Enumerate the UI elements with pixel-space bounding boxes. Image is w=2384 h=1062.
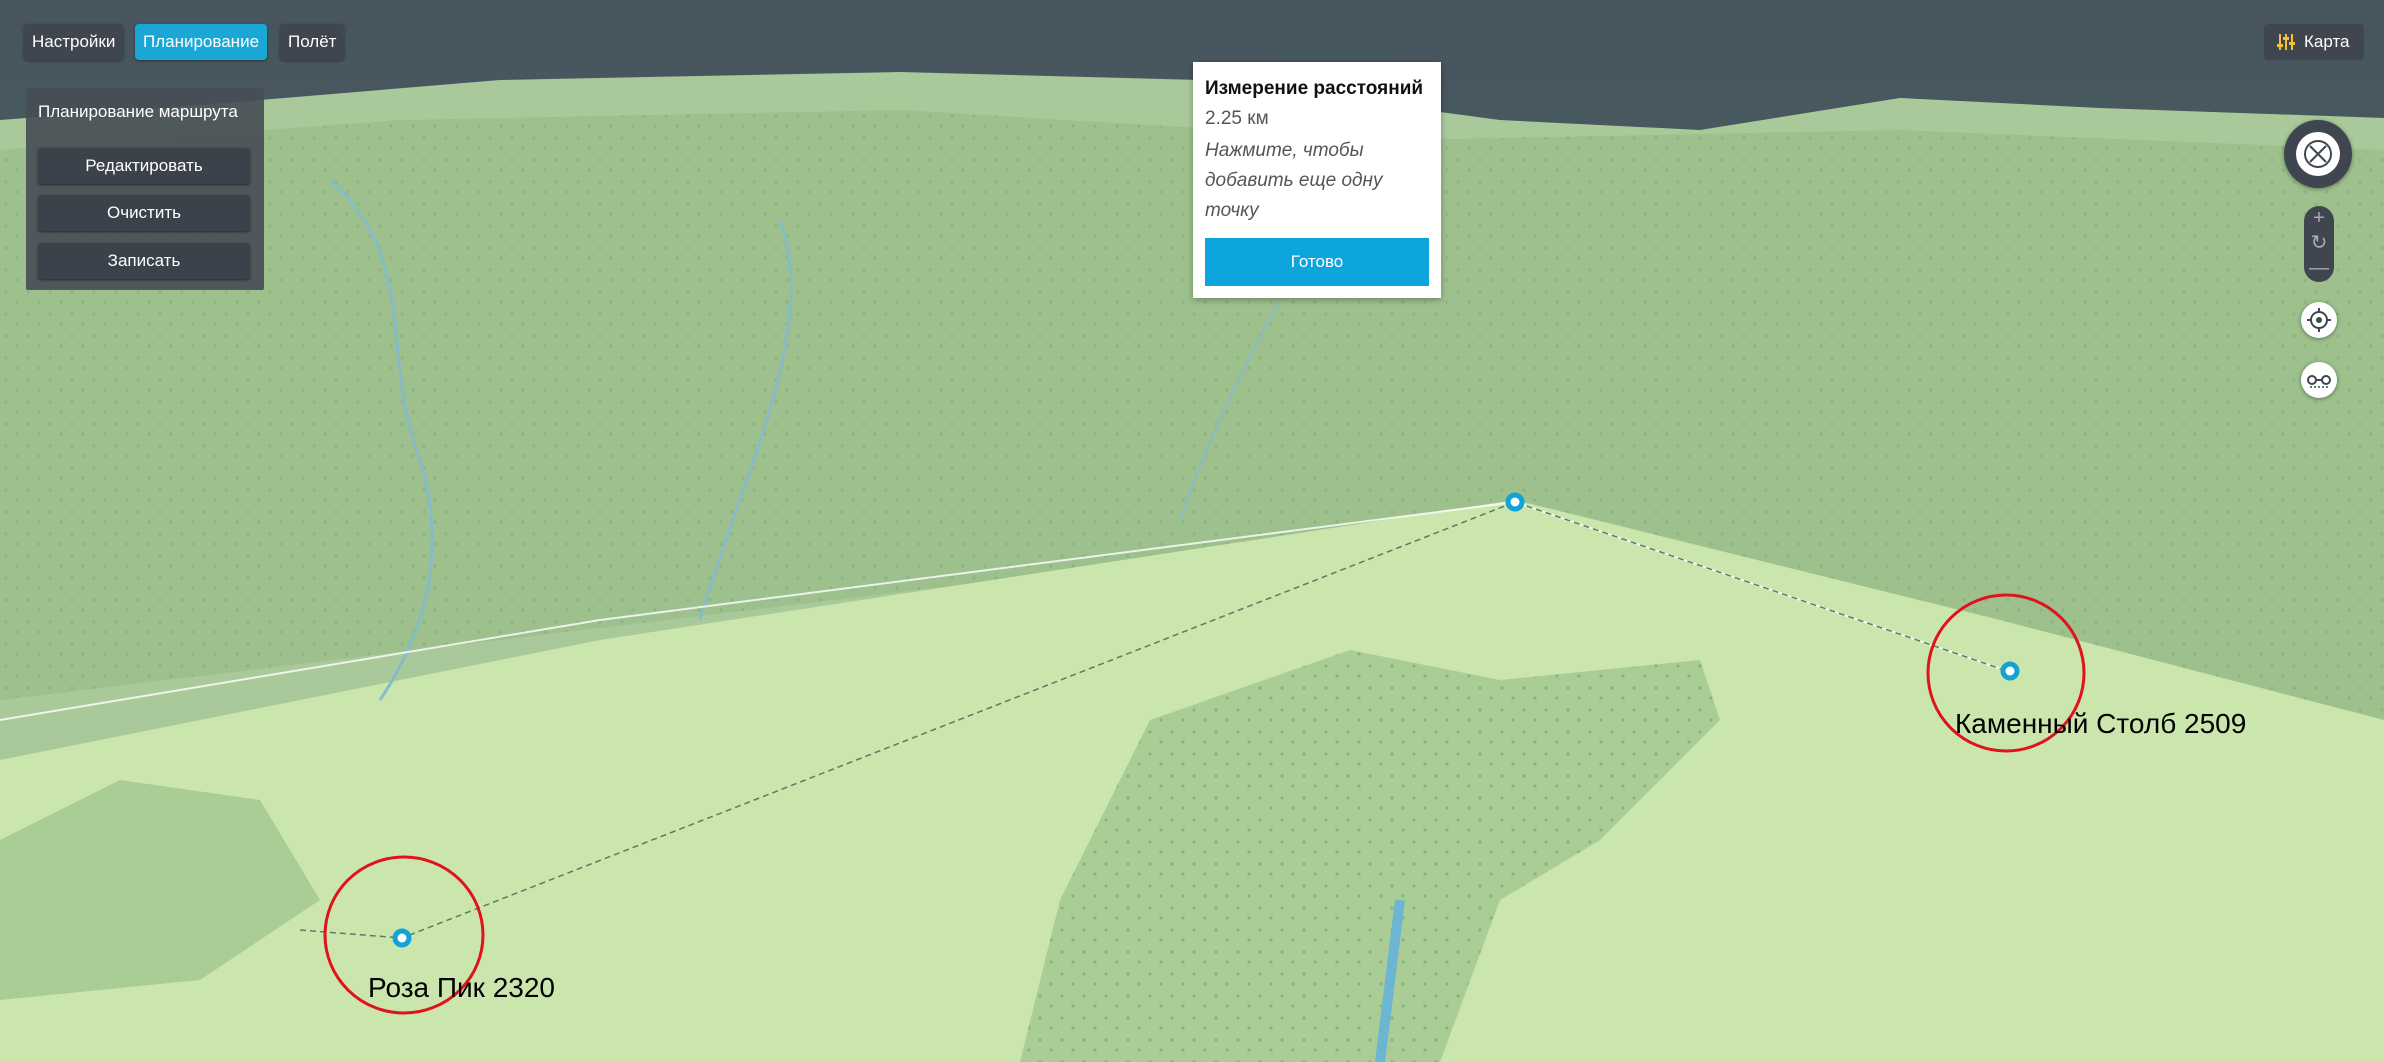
compass-icon	[2296, 132, 2340, 176]
zoom-out-button[interactable]: —	[2304, 256, 2334, 281]
measure-hint: Нажмите, чтобы добавить еще одну точку	[1205, 140, 1383, 221]
measure-distance: 2.25 км	[1205, 108, 1269, 129]
tab-flight[interactable]: Полёт	[280, 24, 345, 60]
map-button-label: Карта	[2304, 32, 2350, 51]
route-button[interactable]	[2301, 362, 2337, 398]
measure-title: Измерение расстояний	[1205, 78, 1424, 99]
compass-button[interactable]	[2284, 120, 2352, 188]
rotate-button[interactable]: ↻	[2304, 231, 2334, 256]
panel-title: Планирование маршрута	[38, 102, 238, 121]
map-layers-button[interactable]: Карта	[2264, 24, 2364, 60]
tab-planning[interactable]: Планирование	[135, 24, 268, 60]
save-button[interactable]: Записать	[38, 243, 250, 279]
route-planning-panel: Планирование маршрута Редактировать Очис…	[26, 88, 264, 290]
locate-icon	[2307, 308, 2331, 332]
zoom-in-button[interactable]: +	[2304, 206, 2334, 231]
locate-button[interactable]	[2301, 302, 2337, 338]
edit-button[interactable]: Редактировать	[38, 148, 250, 184]
distance-measure-popup: Измерение расстояний 2.25 км Нажмите, чт…	[1193, 62, 1441, 298]
point-label-kamenny-stolb: Каменный Столб 2509	[1955, 708, 2247, 739]
point-label-roza-peak: Роза Пик 2320	[368, 972, 555, 1003]
clear-button[interactable]: Очистить	[38, 195, 250, 231]
measure-point[interactable]	[1505, 492, 1525, 512]
zoom-controls: + ↻ —	[2304, 206, 2334, 282]
terrain-map[interactable]	[0, 0, 2384, 1062]
measure-point[interactable]	[2000, 661, 2020, 681]
measure-point[interactable]	[392, 928, 412, 948]
sliders-icon	[2277, 34, 2295, 50]
route-icon	[2307, 375, 2331, 388]
tab-settings[interactable]: Настройки	[24, 24, 124, 60]
done-button[interactable]: Готово	[1205, 238, 1429, 286]
